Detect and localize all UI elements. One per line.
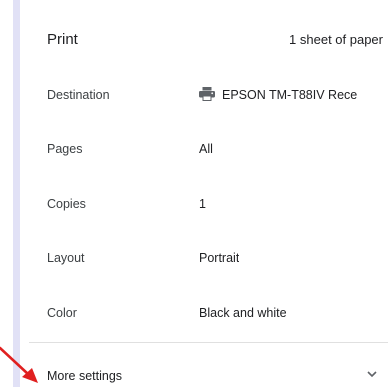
- copies-label: Copies: [47, 197, 86, 211]
- layout-label: Layout: [47, 251, 85, 265]
- chevron-down-icon: [367, 371, 377, 378]
- pages-select[interactable]: All: [199, 137, 383, 161]
- page-title: Print: [47, 31, 78, 48]
- destination-label: Destination: [47, 88, 110, 102]
- color-label: Color: [47, 306, 77, 320]
- more-settings-label: More settings: [47, 369, 123, 383]
- sheet-count: 1 sheet of paper: [289, 32, 383, 47]
- pages-label: Pages: [47, 142, 83, 156]
- copies-row: Copies 1: [47, 192, 388, 216]
- destination-row: Destination EPSON TM-T88IV Rece: [47, 83, 388, 107]
- color-select[interactable]: Black and white: [199, 301, 383, 325]
- pages-row: Pages All: [47, 137, 388, 161]
- destination-value: EPSON TM-T88IV Rece: [222, 88, 357, 102]
- destination-select[interactable]: EPSON TM-T88IV Rece: [199, 83, 383, 107]
- layout-select[interactable]: Portrait: [199, 246, 383, 270]
- copies-value: 1: [199, 197, 206, 211]
- color-value: Black and white: [199, 306, 287, 320]
- layout-value: Portrait: [199, 251, 240, 265]
- printer-icon: [199, 87, 215, 101]
- side-strip: [13, 0, 20, 387]
- pages-value: All: [199, 142, 213, 156]
- color-row: Color Black and white: [47, 301, 388, 325]
- print-dialog: Print 1 sheet of paper Destination EPSON…: [0, 0, 388, 387]
- layout-row: Layout Portrait: [47, 246, 388, 270]
- more-settings-button[interactable]: More settings: [29, 343, 388, 387]
- copies-input[interactable]: 1: [199, 192, 383, 216]
- print-header: Print 1 sheet of paper: [47, 30, 388, 50]
- red-arrow-icon: [0, 346, 38, 383]
